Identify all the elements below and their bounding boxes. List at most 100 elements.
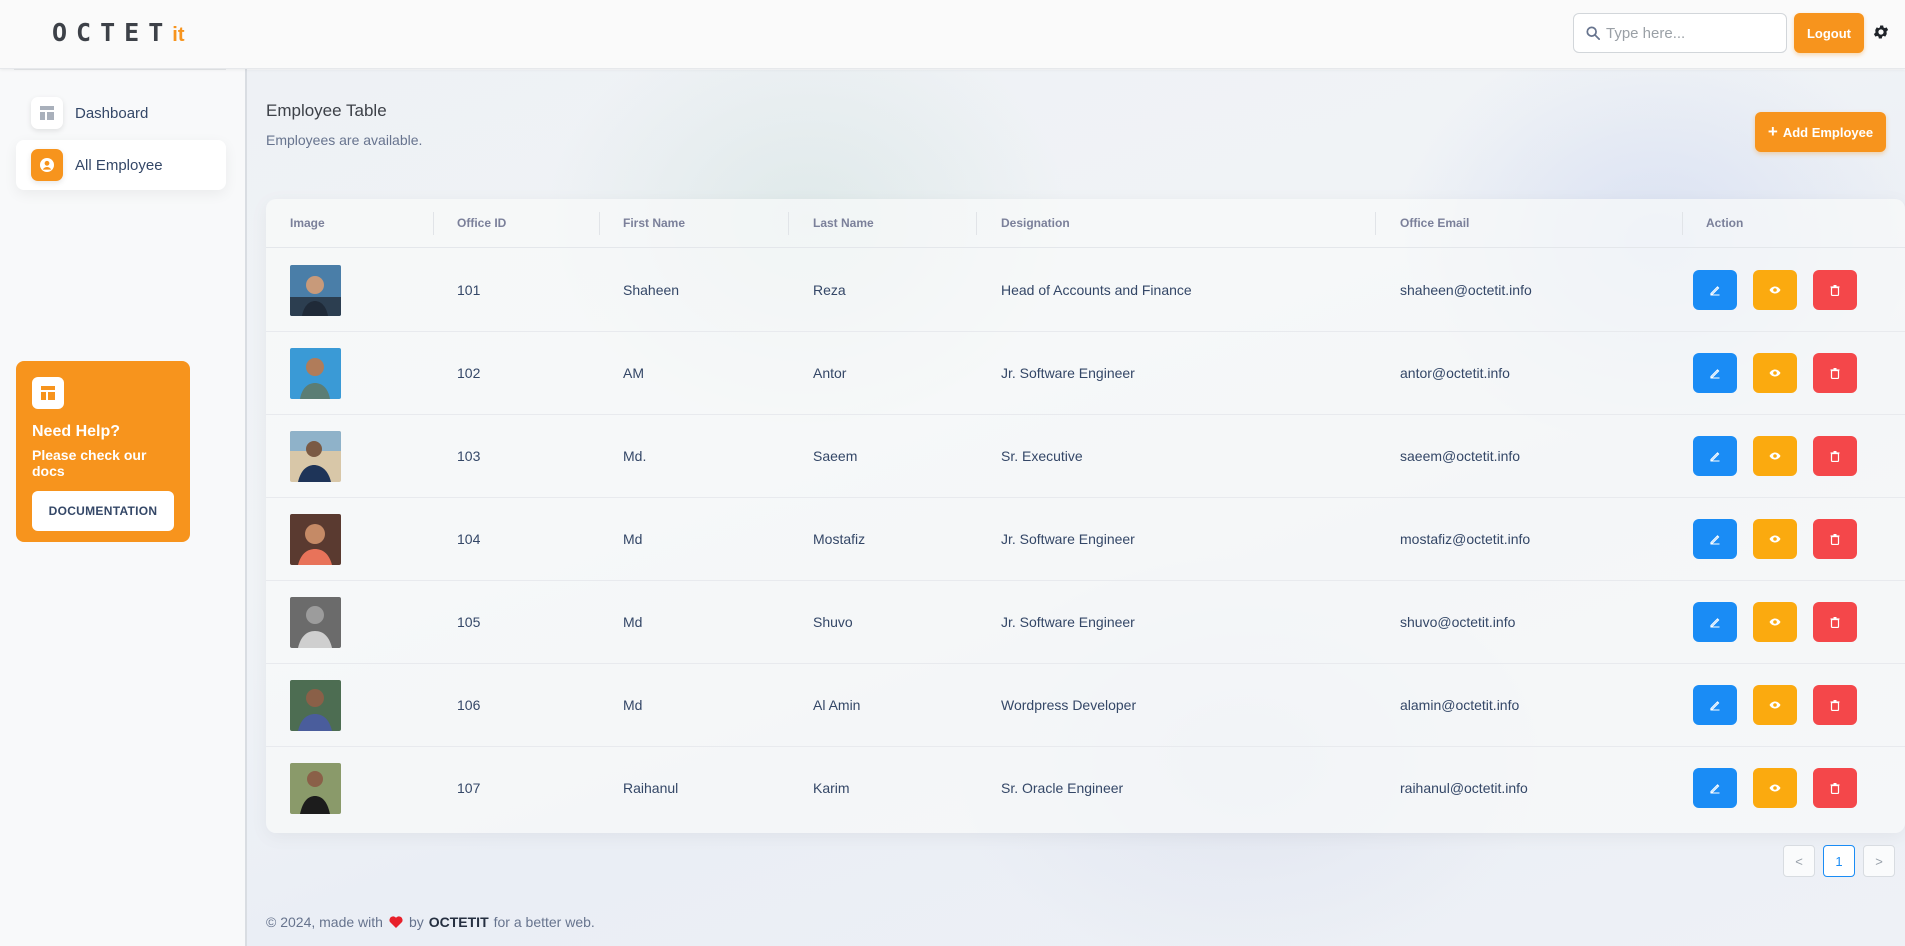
employee-photo	[290, 348, 341, 399]
pencil-icon	[1710, 618, 1720, 628]
view-button[interactable]	[1753, 685, 1797, 725]
help-subtitle: Please check our docs	[32, 447, 147, 479]
column-divider	[976, 212, 977, 235]
trash-icon	[1830, 700, 1840, 711]
pencil-icon	[1710, 369, 1720, 379]
footer-prefix: © 2024, made with	[266, 914, 383, 930]
delete-button[interactable]	[1813, 685, 1857, 725]
eye-icon	[1769, 784, 1781, 792]
search-box[interactable]	[1573, 13, 1787, 53]
edit-button[interactable]	[1693, 602, 1737, 642]
edit-button[interactable]	[1693, 519, 1737, 559]
add-employee-button[interactable]: + Add Employee	[1755, 112, 1886, 152]
employee-table: Image Office ID First Name Last Name Des…	[266, 199, 1905, 833]
table-row: 102 AM Antor Jr. Software Engineer antor…	[266, 332, 1905, 415]
eye-icon	[1769, 535, 1781, 543]
first-name-cell: Md	[623, 614, 643, 630]
edit-button[interactable]	[1693, 270, 1737, 310]
main-content: Employee Table Employees are available. …	[247, 70, 1905, 946]
octetit-logo[interactable]: OCTETit	[52, 18, 184, 47]
help-title: Need Help?	[32, 423, 121, 440]
office-id-cell: 107	[457, 780, 481, 796]
pencil-icon	[1710, 535, 1720, 545]
eye-icon	[1769, 286, 1781, 294]
email-cell: antor@octetit.info	[1400, 365, 1510, 381]
view-button[interactable]	[1753, 436, 1797, 476]
table-row: 107 Raihanul Karim Sr. Oracle Engineer r…	[266, 747, 1905, 830]
heart-icon	[389, 916, 403, 928]
dashboard-icon	[32, 377, 64, 409]
eye-icon	[1769, 701, 1781, 709]
logout-button[interactable]: Logout	[1794, 13, 1864, 53]
column-header-last-name: Last Name	[813, 216, 874, 230]
pagination-prev[interactable]: <	[1783, 845, 1815, 877]
table-row: 103 Md. Saeem Sr. Executive saeem@octeti…	[266, 415, 1905, 498]
trash-icon	[1830, 285, 1840, 296]
sidebar-item-all-employee[interactable]: All Employee	[16, 140, 226, 190]
logo-text: OCTET	[52, 18, 173, 47]
trash-icon	[1830, 783, 1840, 794]
page-title: Employee Table	[266, 101, 387, 120]
pencil-icon	[1710, 286, 1720, 296]
help-card: Need Help? Please check our docs DOCUMEN…	[16, 361, 190, 542]
employee-photo	[290, 514, 341, 565]
logo-suffix: it	[172, 24, 185, 46]
footer: © 2024, made with by OCTETIT for a bette…	[266, 914, 595, 930]
first-name-cell: Md	[623, 697, 643, 713]
dashboard-icon	[31, 97, 63, 129]
footer-by: by	[408, 914, 424, 930]
delete-button[interactable]	[1813, 602, 1857, 642]
delete-button[interactable]	[1813, 436, 1857, 476]
last-name-cell: Shuvo	[813, 614, 853, 630]
sidebar-item-dashboard[interactable]: Dashboard	[16, 88, 226, 138]
delete-button[interactable]	[1813, 353, 1857, 393]
view-button[interactable]	[1753, 519, 1797, 559]
sidebar: Dashboard All Employee Need Help? Please…	[0, 69, 246, 946]
documentation-button[interactable]: DOCUMENTATION	[32, 491, 174, 531]
column-divider	[433, 212, 434, 235]
delete-button[interactable]	[1813, 768, 1857, 808]
email-cell: alamin@octetit.info	[1400, 697, 1520, 713]
trash-icon	[1830, 617, 1840, 628]
employee-photo	[290, 265, 341, 316]
pagination-page-1[interactable]: 1	[1823, 845, 1855, 877]
column-divider	[1682, 212, 1683, 235]
view-button[interactable]	[1753, 602, 1797, 642]
footer-brand-link[interactable]: OCTETIT	[429, 914, 489, 930]
eye-icon	[1769, 369, 1781, 377]
first-name-cell: Md.	[623, 448, 647, 464]
column-divider	[788, 212, 789, 235]
search-input[interactable]	[1606, 24, 1766, 42]
delete-button[interactable]	[1813, 270, 1857, 310]
designation-cell: Wordpress Developer	[1001, 697, 1137, 713]
view-button[interactable]	[1753, 270, 1797, 310]
user-circle-icon	[31, 149, 63, 181]
column-header-office-id: Office ID	[457, 216, 507, 230]
email-cell: saeem@octetit.info	[1400, 448, 1521, 464]
pagination-next[interactable]: >	[1863, 845, 1895, 877]
edit-button[interactable]	[1693, 436, 1737, 476]
office-id-cell: 101	[457, 282, 481, 298]
email-cell: shaheen@octetit.info	[1400, 282, 1532, 298]
table-header: Image Office ID First Name Last Name Des…	[266, 199, 1905, 248]
pencil-icon	[1710, 784, 1720, 794]
column-header-image: Image	[290, 216, 325, 230]
column-divider	[599, 212, 600, 235]
edit-button[interactable]	[1693, 768, 1737, 808]
first-name-cell: Shaheen	[623, 282, 680, 298]
sidebar-divider	[14, 69, 226, 70]
view-button[interactable]	[1753, 768, 1797, 808]
column-header-first-name: First Name	[623, 216, 686, 230]
last-name-cell: Mostafiz	[813, 531, 866, 547]
edit-button[interactable]	[1693, 685, 1737, 725]
office-id-cell: 105	[457, 614, 481, 630]
column-header-designation: Designation	[1001, 216, 1070, 230]
table-row: 105 Md Shuvo Jr. Software Engineer shuvo…	[266, 581, 1905, 664]
gear-icon[interactable]	[1872, 23, 1890, 41]
delete-button[interactable]	[1813, 519, 1857, 559]
employee-photo	[290, 680, 341, 731]
last-name-cell: Reza	[813, 282, 846, 298]
edit-button[interactable]	[1693, 353, 1737, 393]
last-name-cell: Karim	[813, 780, 850, 796]
view-button[interactable]	[1753, 353, 1797, 393]
